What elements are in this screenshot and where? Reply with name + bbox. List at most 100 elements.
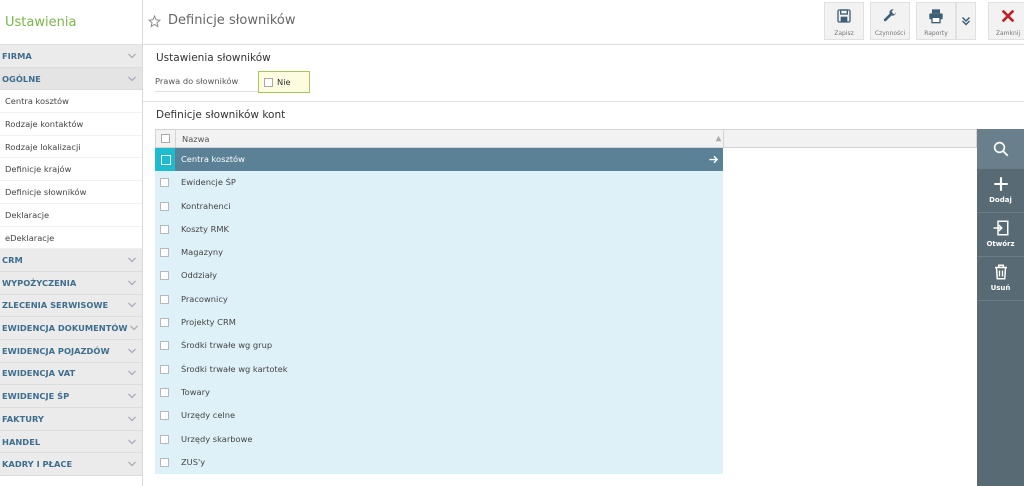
delete-button[interactable]: Usuń xyxy=(977,257,1024,301)
actions-button[interactable]: Czynności xyxy=(870,2,910,40)
row-checkbox[interactable] xyxy=(160,457,169,467)
row-checkbox[interactable] xyxy=(160,411,169,421)
row-name: ZUS'y xyxy=(181,456,206,467)
reports-button[interactable]: Raporty xyxy=(916,2,956,40)
sidebar-item[interactable]: eDeklaracje xyxy=(0,227,142,250)
row-checkbox[interactable] xyxy=(160,178,169,188)
sort-ascending-icon[interactable] xyxy=(715,135,722,142)
sidebar-section-label: WYPOŻYCZENIA xyxy=(2,277,77,288)
rights-divider xyxy=(155,91,258,92)
select-all-checkbox[interactable] xyxy=(161,134,170,143)
sidebar-section[interactable]: ZLECENIA SERWISOWE xyxy=(0,294,142,318)
header-bar: Definicje słowników Zapisz Czynności Rap… xyxy=(143,0,1024,45)
row-checkbox[interactable] xyxy=(160,341,169,351)
sidebar-section[interactable]: KADRY I PŁACE xyxy=(0,453,142,477)
printer-icon xyxy=(929,9,943,24)
table-row[interactable]: Magazyny xyxy=(155,241,723,265)
search-button[interactable] xyxy=(977,129,1024,169)
sidebar-section[interactable]: EWIDENCJA VAT xyxy=(0,362,142,386)
sidebar-section[interactable]: CRM xyxy=(0,249,142,272)
favorite-star-icon[interactable] xyxy=(148,15,161,28)
table-row[interactable]: Koszty RMK xyxy=(155,217,723,242)
add-button[interactable]: Dodaj xyxy=(977,169,1024,213)
rights-field[interactable]: Nie xyxy=(258,71,310,93)
sidebar-section[interactable]: HANDEL xyxy=(0,430,142,454)
chevron-down-icon xyxy=(128,302,136,308)
chevron-down-icon xyxy=(128,416,136,422)
sidebar-section[interactable]: WYPOŻYCZENIA xyxy=(0,271,142,295)
app-window: Ustawienia FIRMA OGÓLNE Centra kosztów Rodz… xyxy=(0,0,1024,486)
section-divider xyxy=(143,101,1024,102)
sidebar-item[interactable]: Centra kosztów xyxy=(0,90,142,114)
column-end-separator xyxy=(723,130,724,147)
reports-label: Raporty xyxy=(924,30,948,37)
row-checkbox[interactable] xyxy=(160,434,169,444)
table-row[interactable]: Projekty CRM xyxy=(155,311,723,335)
sidebar-section-label: EWIDENCJE ŚP xyxy=(2,391,70,402)
sidebar-item[interactable]: Definicje słowników xyxy=(0,181,142,204)
close-label: Zamknij xyxy=(995,30,1021,37)
row-checkbox[interactable] xyxy=(160,224,169,234)
sidebar-section-label: EWIDENCJA POJAZDÓW xyxy=(2,345,110,356)
row-checkbox[interactable] xyxy=(160,248,169,258)
row-name: Urzędy skarbowe xyxy=(181,433,253,444)
table-row[interactable]: Towary xyxy=(155,380,723,405)
row-name: Urzędy celne xyxy=(181,410,236,421)
row-checkbox[interactable] xyxy=(160,387,169,397)
table-row[interactable]: Pracownicy xyxy=(155,287,723,312)
sidebar-item[interactable]: Rodzaje lokalizacji xyxy=(0,136,142,159)
sidebar-section-label: EWIDENCJA VAT xyxy=(2,368,76,379)
sidebar-item[interactable]: Deklaracje xyxy=(0,204,142,227)
open-button[interactable]: Otwórz xyxy=(977,213,1024,257)
table-row[interactable]: Urzędy skarbowe xyxy=(155,427,723,451)
row-name: Oddziały xyxy=(181,270,218,281)
rights-checkbox[interactable] xyxy=(264,77,273,87)
chevron-down-icon xyxy=(128,53,136,59)
close-icon xyxy=(1001,9,1015,23)
save-icon xyxy=(837,9,851,23)
save-label: Zapisz xyxy=(834,30,854,37)
sidebar-section-label: HANDEL xyxy=(2,436,41,447)
save-button[interactable]: Zapisz xyxy=(824,2,864,40)
row-checkbox[interactable] xyxy=(160,201,169,211)
row-checkbox[interactable] xyxy=(160,364,169,374)
sidebar-section[interactable]: FIRMA xyxy=(0,45,142,68)
sidebar: Ustawienia FIRMA OGÓLNE Centra kosztów Rodz… xyxy=(0,0,143,486)
grid-header: Nazwa xyxy=(155,129,977,148)
row-checkbox[interactable] xyxy=(155,148,175,172)
sidebar-section-label: OGÓLNE xyxy=(2,73,41,84)
rights-label: Prawa do słowników xyxy=(155,76,239,86)
column-header-name[interactable]: Nazwa xyxy=(182,134,210,144)
wrench-icon xyxy=(883,9,896,22)
sidebar-item[interactable]: Rodzaje kontaktów xyxy=(0,113,142,136)
row-checkbox[interactable] xyxy=(160,294,169,304)
sidebar-section[interactable]: FAKTURY xyxy=(0,408,142,431)
sidebar-section-label: ZLECENIA SERWISOWE xyxy=(2,300,109,311)
close-button[interactable]: Zamknij xyxy=(988,2,1024,40)
sidebar-section[interactable]: EWIDENCJE ŚP xyxy=(0,385,142,408)
row-checkbox[interactable] xyxy=(160,271,169,281)
sidebar-section[interactable]: EWIDENCJA POJAZDÓW xyxy=(0,339,142,363)
sidebar-item[interactable]: Definicje krajów xyxy=(0,158,142,182)
table-row[interactable]: Środki trwałe wg kartotek xyxy=(155,357,723,381)
sidebar-title: Ustawienia xyxy=(0,0,142,45)
row-name: Koszty RMK xyxy=(181,223,229,234)
more-dropdown-button[interactable] xyxy=(956,2,976,40)
table-row[interactable]: Urzędy celne xyxy=(155,404,723,428)
table-row[interactable]: Centra kosztów xyxy=(155,148,723,172)
chevron-down-icon xyxy=(128,348,136,354)
add-label: Dodaj xyxy=(989,196,1012,204)
row-checkbox[interactable] xyxy=(160,318,169,328)
settings-section-title: Ustawienia słowników xyxy=(156,52,271,64)
row-name: Towary xyxy=(181,386,210,397)
sidebar-section[interactable]: OGÓLNE xyxy=(0,67,142,91)
arrow-right-icon[interactable] xyxy=(708,154,719,165)
table-row[interactable]: Ewidencje ŚP xyxy=(155,171,723,195)
row-name: Centra kosztów xyxy=(181,154,245,164)
table-row[interactable]: Oddziały xyxy=(155,264,723,288)
table-row[interactable]: Kontrahenci xyxy=(155,194,723,218)
sidebar-section[interactable]: EWIDENCJA DOKUMENTÓW xyxy=(0,317,142,340)
sidebar-section-label: FIRMA xyxy=(2,50,32,61)
table-row[interactable]: ZUS'y xyxy=(155,450,723,475)
table-row[interactable]: Środki trwałe wg grup xyxy=(155,334,723,358)
